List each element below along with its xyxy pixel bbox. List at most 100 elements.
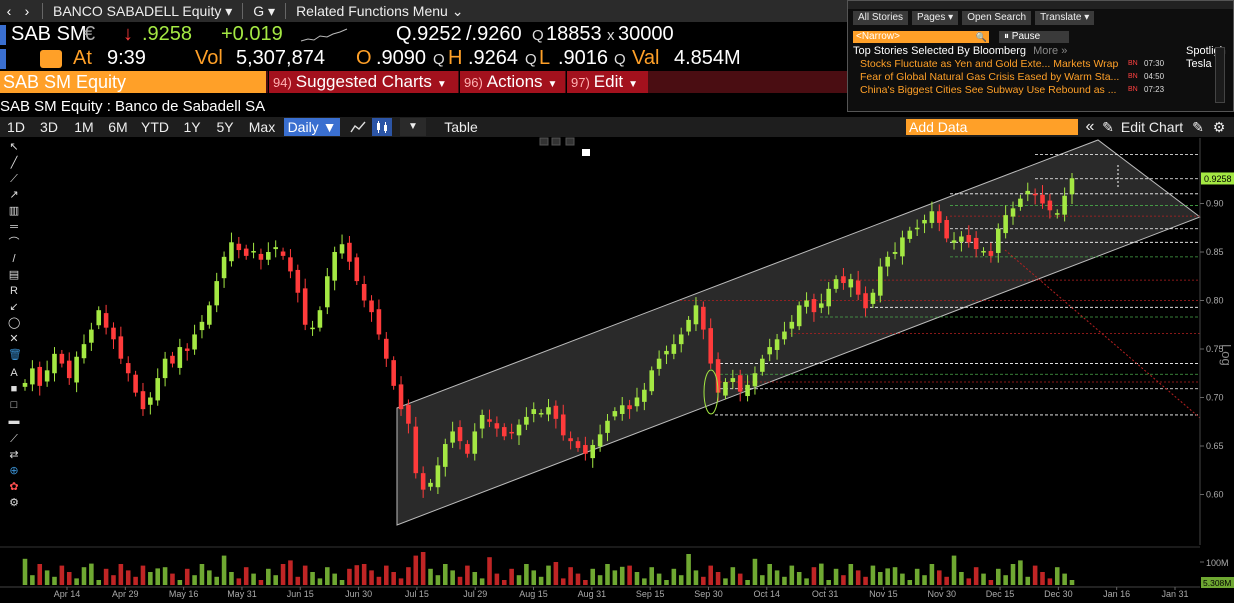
- volume-bar: [560, 578, 566, 585]
- line-chart-icon[interactable]: [348, 118, 368, 136]
- add-data-input[interactable]: Add Data: [906, 119, 1078, 135]
- security-selector[interactable]: BANCO SABADELL Equity ▾: [49, 3, 236, 20]
- candle-body: [266, 252, 271, 260]
- chevron-left-icon[interactable]: ‹: [0, 3, 18, 19]
- security-title[interactable]: SAB SM Equity: [0, 71, 266, 93]
- candle-body: [354, 257, 360, 282]
- candle-body: [863, 293, 868, 309]
- table-button[interactable]: Table: [436, 118, 486, 136]
- related-functions-menu[interactable]: Related Functions Menu ⌄: [292, 3, 467, 20]
- volume-bar: [656, 573, 662, 585]
- range-1y-button[interactable]: 1Y: [180, 118, 204, 136]
- news-story[interactable]: China's Biggest Cities See Subway Use Re…: [860, 84, 1170, 97]
- candle-body: [391, 360, 396, 386]
- news-panel-header: [848, 1, 1233, 9]
- time-axis: Apr 14 Apr 29 May 16 May 31 Jun 15 Jun 30 Jul …: [0, 586, 1200, 599]
- chevron-right-icon[interactable]: ›: [18, 3, 36, 19]
- suggested-charts-button[interactable]: 94) Suggested Charts ▼: [268, 71, 458, 93]
- settings-icon[interactable]: ⚙: [1210, 118, 1228, 136]
- sparkline-icon: [300, 28, 348, 42]
- candle-body: [789, 321, 795, 329]
- divider: [242, 3, 244, 19]
- candle-body: [140, 391, 146, 410]
- volume-bar: [774, 570, 780, 585]
- candle-body: [37, 366, 43, 386]
- volume-bar: [612, 570, 618, 585]
- volume-bar: [133, 576, 138, 585]
- candle-body: [66, 360, 72, 379]
- news-story[interactable]: Fear of Global Natural Gas Crisis Eased …: [860, 71, 1170, 84]
- news-filter-input[interactable]: <Narrow> 🔍: [853, 31, 989, 43]
- candlestick-icon[interactable]: [372, 118, 392, 136]
- volume-bar: [310, 572, 315, 585]
- down-arrow-icon: ↓: [123, 23, 133, 45]
- volume-bar: [288, 560, 293, 585]
- volume-bar: [199, 564, 205, 585]
- actions-button[interactable]: 96) Actions ▼: [459, 71, 565, 93]
- candle-body: [546, 407, 551, 415]
- volume-bar: [369, 570, 374, 585]
- edit-chart-button[interactable]: Edit Chart: [1118, 118, 1186, 136]
- candle-body: [509, 431, 514, 434]
- candle-body: [678, 334, 684, 345]
- candle-body: [302, 288, 308, 325]
- candle-body: [833, 279, 839, 289]
- volume-bar: [568, 567, 573, 585]
- tab-open-search[interactable]: Open Search: [962, 11, 1032, 25]
- time-tick-label: Jun 30: [345, 589, 372, 599]
- news-tabs: All Stories Pages ▾ Open Search Translat…: [853, 11, 1095, 25]
- tab-all-stories[interactable]: All Stories: [853, 11, 909, 25]
- volume-bar: [988, 580, 994, 585]
- volume-bar: [634, 572, 640, 585]
- time-tick-label: Dec 15: [986, 589, 1015, 599]
- range-max-button[interactable]: Max: [246, 118, 278, 136]
- range-3d-button[interactable]: 3D: [36, 118, 62, 136]
- news-story[interactable]: Stocks Fluctuate as Yen and Gold Exte...…: [860, 58, 1170, 71]
- volume-bar: [760, 575, 765, 585]
- ticker: SAB SM: [11, 23, 87, 45]
- related-functions-label: Related Functions Menu: [296, 2, 448, 19]
- candle-body: [487, 419, 492, 422]
- chart-security-name: SAB SM Equity : Banco de Sabadell SA: [0, 98, 266, 115]
- candle-body: [420, 473, 426, 490]
- range-1m-button[interactable]: 1M: [70, 118, 98, 136]
- news-scrollbar[interactable]: [1215, 47, 1225, 103]
- more-link[interactable]: More »: [1033, 45, 1067, 57]
- price-chart[interactable]: 100M5.308M 0.900.850.800.750.700.650.600…: [0, 137, 1234, 603]
- volume-bar: [767, 564, 772, 585]
- volume-bar: [118, 564, 124, 585]
- range-1d-button[interactable]: 1D: [4, 118, 28, 136]
- time-tick-label: Jul 29: [463, 589, 487, 599]
- size-separator: x: [607, 27, 615, 44]
- volume-bar: [804, 578, 809, 585]
- tab-translate[interactable]: Translate ▾: [1035, 11, 1095, 25]
- period-selector[interactable]: Daily ▼: [284, 118, 340, 136]
- regression-channel-fill: [396, 139, 1202, 526]
- volume-bar: [273, 575, 278, 585]
- volume-bar: [487, 557, 492, 585]
- log-scale-label: Log: [1219, 344, 1234, 366]
- tab-pages[interactable]: Pages ▾: [912, 11, 959, 25]
- chart-toolbar: 1D 3D 1M 6M YTD 1Y 5Y Max Daily ▼ ▼ Tabl…: [0, 117, 1234, 137]
- pause-button[interactable]: ⏸ Pause: [999, 31, 1069, 43]
- candle-body: [944, 219, 949, 239]
- pencil-icon[interactable]: ✎: [1190, 118, 1206, 136]
- candle-body: [730, 378, 736, 382]
- collapse-icon[interactable]: «: [1080, 118, 1100, 136]
- function-selector[interactable]: G ▾: [249, 3, 279, 20]
- last-price: .9258: [142, 23, 193, 45]
- caret-down-icon: ▾: [948, 12, 954, 23]
- edit-button[interactable]: 97) Edit ▼: [566, 71, 648, 93]
- candle-body: [221, 256, 227, 279]
- security-label: BANCO SABADELL Equity: [53, 2, 222, 19]
- range-ytd-button[interactable]: YTD: [139, 118, 171, 136]
- range-5y-button[interactable]: 5Y: [212, 118, 238, 136]
- candle-body: [295, 269, 301, 293]
- chart-type-dropdown[interactable]: ▼: [400, 118, 426, 136]
- news-panel: All Stories Pages ▾ Open Search Translat…: [847, 0, 1234, 112]
- edit-chart-icon: ✎: [1102, 119, 1114, 135]
- candle-body: [369, 300, 374, 313]
- ask-suffix: Q: [532, 27, 544, 44]
- range-6m-button[interactable]: 6M: [104, 118, 132, 136]
- pause-icon: ⏸: [1004, 31, 1009, 42]
